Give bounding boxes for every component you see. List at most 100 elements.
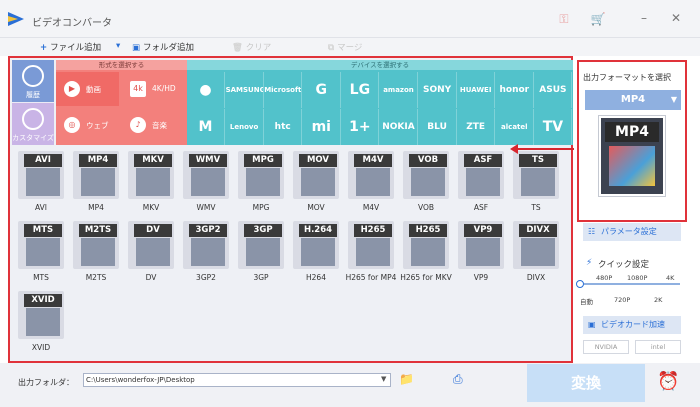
format-panel: 履歴 カスタマイズ 形式を選択する ▶ 動画 4k 4K/HD ◎ ウェブ ♪ … <box>8 56 573 363</box>
format-tag: AVI <box>24 154 62 167</box>
chevron-down-icon[interactable]: ▼ <box>381 375 386 383</box>
format-name: M2TS <box>85 273 107 282</box>
device-tv[interactable]: TV <box>534 109 573 145</box>
format-music[interactable]: ♪ 音楽 <box>122 108 185 142</box>
minimize-icon[interactable]: – <box>636 10 652 26</box>
film-icon <box>246 238 280 266</box>
close-icon[interactable]: ✕ <box>668 10 684 26</box>
history-button[interactable]: 履歴 <box>12 60 54 102</box>
intel-toggle[interactable]: intel <box>635 340 681 354</box>
format-icon: M2TS <box>73 221 119 269</box>
format-name: DV <box>145 273 157 282</box>
device-asus[interactable]: ASUS <box>534 72 573 108</box>
film-icon <box>521 168 555 196</box>
device-amazon[interactable]: amazon <box>380 72 418 108</box>
format-web[interactable]: ◎ ウェブ <box>56 108 119 142</box>
device-g[interactable]: G <box>303 72 341 108</box>
device-huawei[interactable]: HUAWEI <box>457 72 496 108</box>
cart-icon[interactable]: 🛒 <box>590 11 606 27</box>
film-icon <box>191 238 225 266</box>
clear-button[interactable]: 🗑 クリア <box>232 41 271 53</box>
device-sony[interactable]: SONY <box>419 72 457 108</box>
format-name: H265 for MP4 <box>345 273 397 282</box>
format-name: H265 for MKV <box>400 273 452 282</box>
format-tile-asf[interactable]: ASF ASF <box>456 151 506 213</box>
format-tile-h265-for-mkv[interactable]: H265 H265 for MKV <box>400 221 452 283</box>
format-tile-dv[interactable]: DV DV <box>126 221 176 283</box>
format-tile-mp4[interactable]: MP4 MP4 <box>71 151 121 213</box>
browse-folder-icon[interactable]: ⎙ <box>453 373 467 385</box>
format-4k-hd[interactable]: 4k 4K/HD <box>122 72 185 106</box>
settings-icon <box>22 108 44 130</box>
format-tile-3gp[interactable]: 3GP 3GP <box>236 221 286 283</box>
format-tile-m2ts[interactable]: M2TS M2TS <box>71 221 121 283</box>
format-tile-avi[interactable]: AVI AVI <box>16 151 66 213</box>
add-file-dropdown[interactable]: ▾ <box>116 41 120 51</box>
format-tile-3gp2[interactable]: 3GP2 3GP2 <box>181 221 231 283</box>
format-video[interactable]: ▶ 動画 <box>56 72 119 106</box>
convert-button[interactable]: 変換 <box>527 364 645 402</box>
format-tile-mpg[interactable]: MPG MPG <box>236 151 286 213</box>
device-1[interactable]: 1+ <box>341 109 380 145</box>
device-samsung[interactable]: SAMSUNG <box>226 72 264 108</box>
quick-settings-label: クイック設定 <box>598 260 650 270</box>
format-tile-vob[interactable]: VOB VOB <box>401 151 451 213</box>
format-tile-ts[interactable]: TS TS <box>511 151 561 213</box>
format-icon: 3GP <box>238 221 284 269</box>
device-lg[interactable]: LG <box>341 72 380 108</box>
open-folder-icon[interactable]: 📁 <box>399 373 414 385</box>
device-microsoft[interactable]: Microsoft <box>264 72 303 108</box>
format-name: H264 <box>306 273 326 282</box>
format-tag: VOB <box>409 154 447 167</box>
add-file-button[interactable]: + ファイル追加 <box>40 41 101 53</box>
film-icon <box>81 238 115 266</box>
format-tile-mkv[interactable]: MKV MKV <box>126 151 176 213</box>
merge-button[interactable]: ⧉ マージ <box>328 41 362 53</box>
format-icon: TS <box>513 151 559 199</box>
format-tile-mov[interactable]: MOV MOV <box>291 151 341 213</box>
device-mi[interactable]: mi <box>303 109 341 145</box>
format-tile-h264[interactable]: H.264 H264 <box>291 221 341 283</box>
device-nokia[interactable]: NOKIA <box>380 109 418 145</box>
format-name: MKV <box>142 203 160 212</box>
format-tile-wmv[interactable]: WMV WMV <box>181 151 231 213</box>
format-tile-h265-for-mp4[interactable]: H265 H265 for MP4 <box>346 221 396 283</box>
device-zte[interactable]: ZTE <box>457 109 496 145</box>
format-name: ASF <box>473 203 489 212</box>
gpu-icon: ▣ <box>588 320 596 329</box>
format-tile-divx[interactable]: DIVX DIVX <box>511 221 561 283</box>
device-lenovo[interactable]: Lenovo <box>226 109 264 145</box>
film-icon <box>26 308 60 336</box>
quality-slider-handle[interactable] <box>576 280 584 288</box>
film-icon <box>609 146 655 186</box>
output-folder-input[interactable]: C:\Users\wonderfox-JP\Desktop <box>83 373 391 387</box>
format-tag: H.264 <box>299 224 337 237</box>
parameter-settings-button[interactable]: ☷ パラメータ設定 <box>583 223 681 241</box>
output-format-preview: MP4 <box>599 116 665 196</box>
device-alcatel[interactable]: alcatel <box>496 109 534 145</box>
film-icon <box>301 168 335 196</box>
format-name: AVI <box>35 203 47 212</box>
format-tile-mts[interactable]: MTS MTS <box>16 221 66 283</box>
output-format-select[interactable]: MP4 ▼ <box>585 90 681 110</box>
format-tag: MKV <box>134 154 172 167</box>
customize-button[interactable]: カスタマイズ <box>12 103 54 145</box>
device-blu[interactable]: BLU <box>419 109 457 145</box>
device-apple[interactable]: ● <box>187 72 225 108</box>
alarm-clock-icon[interactable]: ⏰ <box>657 371 679 393</box>
format-tile-xvid[interactable]: XVID XVID <box>16 291 66 353</box>
format-tag: WMV <box>189 154 227 167</box>
nvidia-toggle[interactable]: NVIDIA <box>583 340 629 354</box>
format-name: MTS <box>33 273 49 282</box>
add-folder-button[interactable]: ▣ フォルダ追加 <box>132 41 194 53</box>
format-tag: MPG <box>244 154 282 167</box>
format-tile-m4v[interactable]: M4V M4V <box>346 151 396 213</box>
quality-slider[interactable] <box>584 283 680 285</box>
format-tile-vp9[interactable]: VP9 VP9 <box>456 221 506 283</box>
key-icon[interactable]: ⚿ <box>556 11 572 27</box>
device-m[interactable]: M <box>187 109 225 145</box>
device-htc[interactable]: htc <box>264 109 303 145</box>
film-icon <box>136 168 170 196</box>
gpu-acceleration-button[interactable]: ▣ ビデオカード加速 <box>583 316 681 334</box>
device-honor[interactable]: honor <box>496 72 534 108</box>
